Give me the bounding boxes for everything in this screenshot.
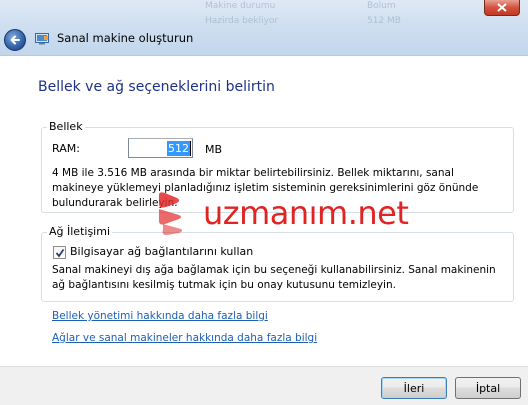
ram-label: RAM: [52, 142, 80, 155]
close-icon [497, 3, 507, 12]
page-heading: Bellek ve ağ seçeneklerini belirtin [38, 79, 275, 95]
network-group-label: Ağ İletişimi [47, 225, 112, 238]
close-button[interactable] [484, 0, 520, 16]
virtual-machine-icon [35, 33, 49, 45]
watermark-text: uzmanım.net [203, 194, 409, 232]
next-button[interactable]: İleri [381, 377, 447, 399]
ram-input[interactable]: 512 [128, 138, 193, 158]
background-window-text: Makine durumu [205, 1, 276, 11]
network-checkbox-label[interactable]: Bilgisayar ağ bağlantılarını kullan [70, 245, 253, 258]
watermark-logo-icon [159, 192, 183, 235]
text-caret [190, 141, 191, 156]
ram-unit-label: MB [205, 143, 223, 156]
checkmark-icon [55, 248, 64, 257]
back-arrow-icon [10, 35, 20, 45]
network-description: Sanal makineyi dış ağa bağlamak için bu … [52, 264, 496, 291]
footer-bar [0, 366, 528, 405]
background-window-text: 512 MB [367, 16, 401, 26]
wizard-title: Sanal makine oluşturun [57, 31, 194, 45]
memory-help-link[interactable]: Bellek yönetimi hakkında daha fazla bilg… [52, 310, 268, 322]
cancel-button[interactable]: İptal [455, 377, 521, 399]
watermark: uzmanım.net [157, 191, 409, 235]
background-window-text: Bolum [367, 1, 396, 11]
title-bar: Makine durumu Bolum Hazirda bekliyor 512… [0, 0, 528, 56]
network-checkbox[interactable] [53, 246, 66, 259]
ram-value: 512 [167, 141, 190, 156]
background-window-text: Hazirda bekliyor [205, 16, 279, 26]
network-help-link[interactable]: Ağlar ve sanal makineler hakkında daha f… [52, 332, 317, 344]
memory-group-label: Bellek [47, 120, 85, 133]
back-button[interactable] [4, 29, 26, 51]
